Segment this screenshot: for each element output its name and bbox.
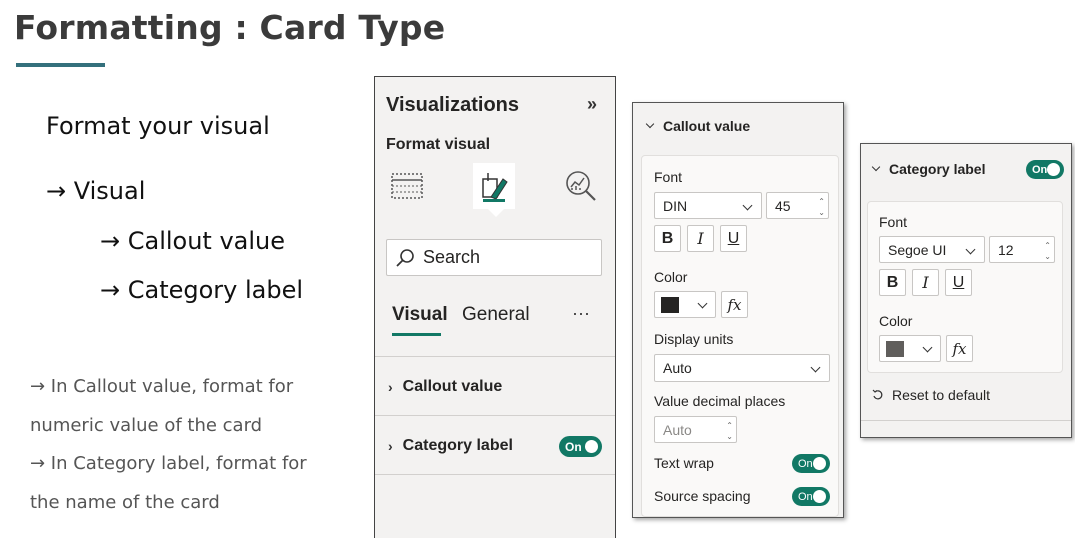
display-units-select[interactable]: Auto	[654, 354, 830, 382]
category-header-label: Category label	[889, 161, 986, 177]
chevron-right-icon: ›	[388, 437, 393, 454]
more-options-icon[interactable]: ···	[572, 303, 590, 324]
text-wrap-toggle[interactable]: On	[792, 454, 830, 473]
tab-general[interactable]: General	[462, 304, 530, 326]
color-picker[interactable]	[879, 335, 941, 362]
section-label: Callout value	[402, 377, 503, 395]
callout-header[interactable]: Callout value	[633, 103, 843, 148]
underline-button[interactable]: U	[720, 225, 747, 252]
callout-header-label: Callout value	[663, 117, 751, 134]
color-label: Color	[879, 313, 913, 329]
fx-button[interactable]: fx	[721, 291, 748, 318]
font-label: Font	[654, 169, 683, 185]
tab-visual-underline	[392, 333, 441, 336]
decimal-places-stepper[interactable]: Auto ⌃ ⌄	[654, 416, 737, 443]
bold-button[interactable]: B	[879, 269, 906, 296]
chevron-down-icon	[645, 119, 655, 128]
notes: → In Callout value, format for numeric v…	[30, 368, 307, 522]
reset-icon	[872, 389, 883, 400]
bold-button[interactable]: B	[654, 225, 681, 252]
category-label-toggle[interactable]: On	[559, 436, 602, 457]
stepper-arrows-icon: ⌃ ⌄	[818, 197, 825, 217]
search-placeholder: Search	[423, 247, 481, 267]
chevron-right-icon: ›	[388, 378, 393, 395]
slide-title: Formatting : Card Type	[14, 8, 446, 47]
search-icon	[396, 248, 414, 267]
bullet-format-visual: Format your visual	[46, 112, 270, 140]
decimal-places-label: Value decimal places	[654, 393, 786, 409]
bullet-callout-value: → Callout value	[100, 227, 286, 255]
format-visual-icon[interactable]	[473, 163, 515, 209]
note-line: the name of the card	[30, 491, 220, 513]
pane-title: Visualizations	[386, 94, 520, 116]
bullet-visual: → Visual	[46, 177, 146, 205]
display-units-label: Display units	[654, 331, 734, 347]
fx-button[interactable]: fx	[946, 335, 973, 362]
category-format-card: Font Segoe UI 12 ⌃ ⌄ B I U Color fx	[867, 201, 1063, 373]
category-header[interactable]: Category label On	[861, 144, 1071, 194]
reset-to-default-button[interactable]: Reset to default	[872, 387, 990, 403]
font-family-select[interactable]: Segoe UI	[879, 236, 985, 263]
text-wrap-label: Text wrap	[654, 455, 714, 471]
stepper-arrows-icon: ⌃ ⌄	[1044, 241, 1051, 261]
color-swatch	[886, 341, 904, 357]
search-input[interactable]: Search	[386, 239, 602, 276]
underline-button[interactable]: U	[945, 269, 972, 296]
chevron-down-icon	[871, 162, 881, 172]
analytics-icon[interactable]	[560, 163, 602, 209]
collapse-icon[interactable]: »	[587, 94, 597, 115]
italic-button[interactable]: I	[912, 269, 939, 296]
format-visual-label: Format visual	[386, 136, 491, 153]
note-line: → In Category label, format for	[30, 453, 307, 474]
section-label: Category label	[402, 436, 513, 454]
category-label-panel: Category label On Font Segoe UI 12 ⌃ ⌄ B …	[860, 143, 1072, 438]
font-size-stepper[interactable]: 12 ⌃ ⌄	[989, 236, 1055, 263]
section-callout-value[interactable]: › Callout value	[375, 356, 615, 416]
callout-format-card: Font DIN 45 ⌃ ⌄ B I U Color fx Display un…	[641, 155, 839, 517]
source-spacing-label: Source spacing	[654, 488, 751, 504]
title-underline	[16, 63, 105, 67]
source-spacing-toggle[interactable]: On	[792, 487, 830, 506]
callout-value-panel: Callout value Font DIN 45 ⌃ ⌄ B I U Color…	[632, 102, 844, 518]
category-label-toggle[interactable]: On	[1026, 160, 1064, 179]
tile-pointer	[488, 209, 504, 217]
bullet-category-label: → Category label	[100, 276, 304, 304]
visualizations-pane: Visualizations » Format visual Search Vi…	[374, 76, 616, 538]
section-divider	[375, 474, 615, 475]
build-visual-icon[interactable]	[386, 163, 428, 209]
color-label: Color	[654, 269, 688, 285]
italic-button[interactable]: I	[687, 225, 714, 252]
color-picker[interactable]	[654, 291, 716, 318]
font-label: Font	[879, 214, 908, 230]
stepper-arrows-icon: ⌃ ⌄	[726, 421, 733, 441]
tab-visual[interactable]: Visual	[392, 304, 448, 326]
section-category-label[interactable]: › Category label On	[375, 415, 615, 475]
font-family-select[interactable]: DIN	[654, 192, 762, 219]
note-line: → In Callout value, format for	[30, 376, 294, 397]
color-swatch	[661, 297, 679, 313]
font-size-stepper[interactable]: 45 ⌃ ⌄	[766, 192, 829, 219]
note-line: numeric value of the card	[30, 414, 263, 436]
panel-footer	[861, 420, 1071, 438]
